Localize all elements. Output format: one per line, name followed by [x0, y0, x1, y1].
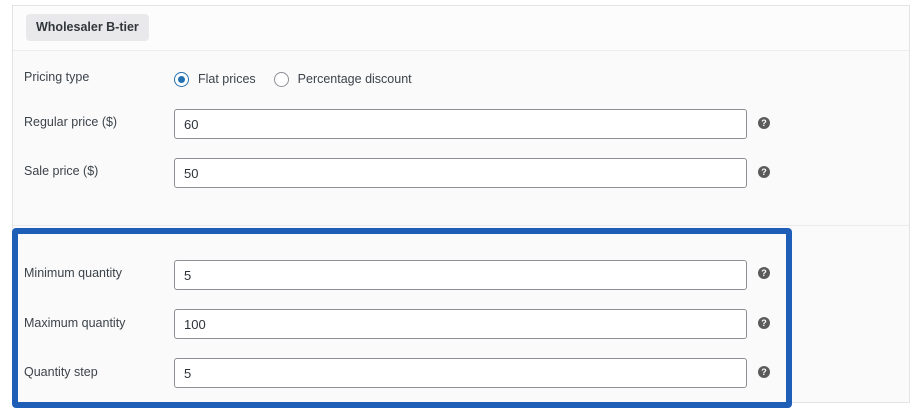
min-quantity-input[interactable]	[174, 260, 747, 290]
radio-flat-prices-label: Flat prices	[198, 72, 256, 86]
regular-price-help-icon[interactable]: ?	[758, 117, 770, 129]
quantity-step-input[interactable]	[174, 358, 747, 388]
regular-price-label: Regular price ($)	[24, 115, 118, 129]
regular-price-input[interactable]	[174, 109, 747, 139]
sale-price-label: Sale price ($)	[24, 164, 99, 178]
radio-percentage-discount-button[interactable]	[273, 71, 289, 87]
tier-name-badge: Wholesaler B-tier	[26, 14, 149, 41]
pricing-type-radio-group: Flat prices Percentage discount	[174, 70, 430, 88]
sale-price-input[interactable]	[174, 158, 747, 188]
quantity-step-help-icon[interactable]: ?	[758, 366, 770, 378]
max-quantity-input[interactable]	[174, 309, 747, 339]
max-quantity-help-icon[interactable]: ?	[758, 317, 770, 329]
section-divider	[13, 225, 909, 226]
max-quantity-label: Maximum quantity	[24, 316, 126, 330]
tier-panel: Wholesaler B-tier	[12, 5, 910, 403]
radio-flat-prices[interactable]: Flat prices	[174, 71, 256, 87]
radio-percentage-discount[interactable]: Percentage discount	[273, 71, 412, 87]
min-quantity-help-icon[interactable]: ?	[758, 267, 770, 279]
min-quantity-label: Minimum quantity	[24, 266, 122, 280]
pricing-type-label: Pricing type	[24, 70, 90, 84]
radio-percentage-discount-label: Percentage discount	[297, 72, 412, 86]
radio-flat-prices-button[interactable]	[174, 71, 189, 87]
tier-header: Wholesaler B-tier	[13, 6, 909, 51]
quantity-step-label: Quantity step	[24, 365, 98, 379]
sale-price-help-icon[interactable]: ?	[758, 166, 770, 178]
